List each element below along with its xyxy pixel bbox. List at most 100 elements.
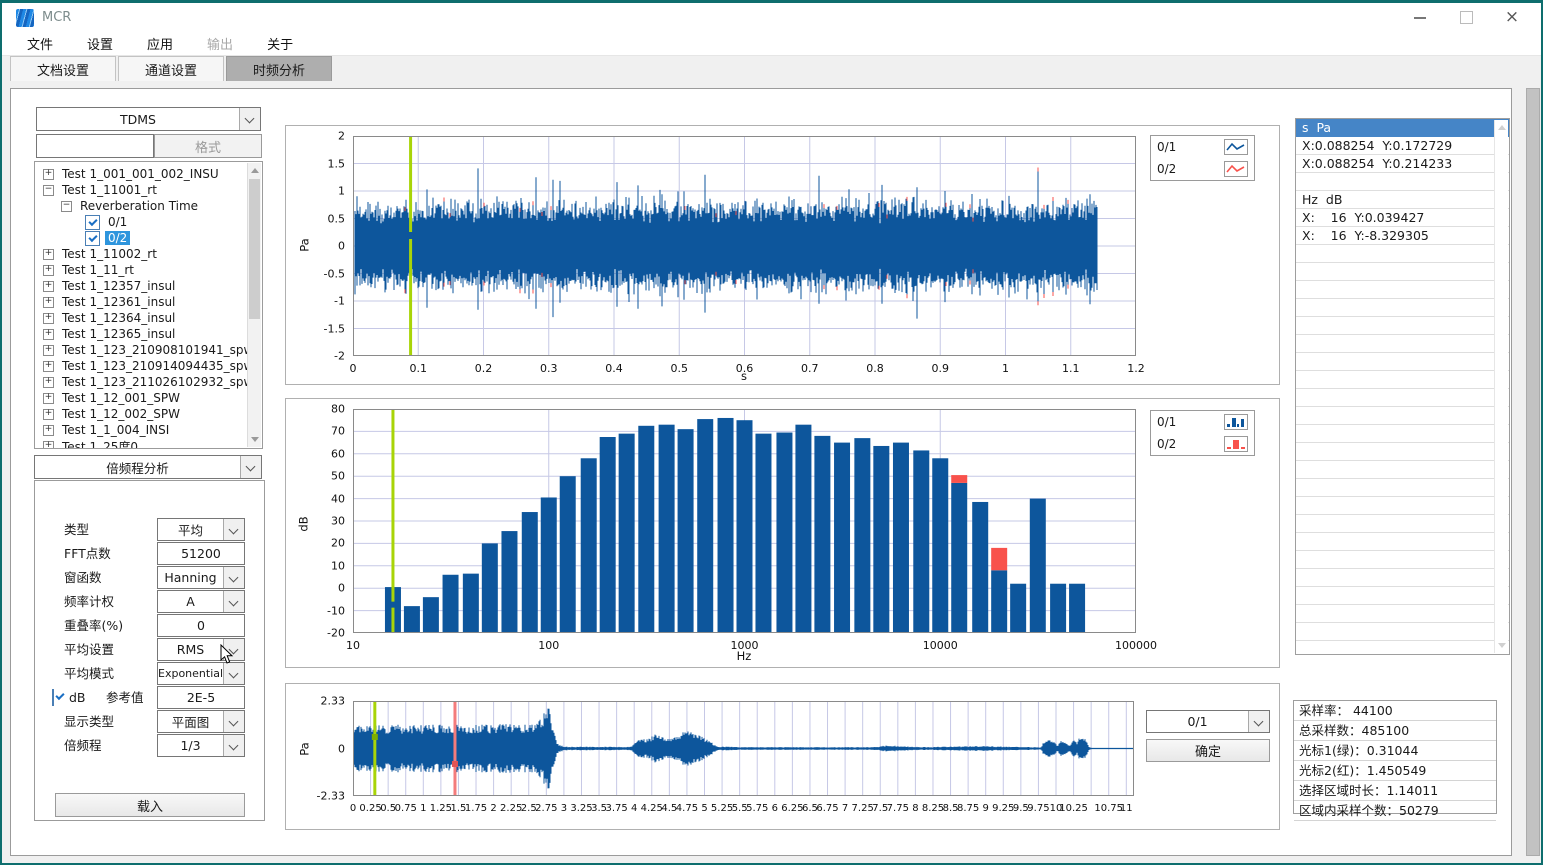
chevron-down-icon[interactable] <box>239 108 260 130</box>
expand-icon[interactable]: + <box>43 409 54 420</box>
tree-item[interactable]: +Test 1_25度0 <box>35 438 262 449</box>
menu-item[interactable]: 文件 <box>14 32 66 55</box>
chevron-down-icon[interactable] <box>1248 711 1269 732</box>
expand-icon[interactable]: + <box>43 425 54 436</box>
tree-item[interactable]: −Test 1_11001_rt <box>35 182 262 198</box>
expand-icon[interactable]: + <box>43 345 54 356</box>
time-plot[interactable] <box>353 136 1136 360</box>
collapse-icon[interactable]: − <box>43 185 54 196</box>
spectrum-plot[interactable] <box>353 409 1136 637</box>
cursor-list-row[interactable] <box>1296 569 1509 587</box>
cursor-list-row[interactable] <box>1296 533 1509 551</box>
chevron-down-icon[interactable] <box>223 519 244 540</box>
expand-icon[interactable]: + <box>43 265 54 276</box>
chevron-down-icon[interactable] <box>223 567 244 588</box>
form-select-倍频程[interactable]: 1/3 <box>157 734 245 757</box>
cursor-list-row[interactable] <box>1296 299 1509 317</box>
cursor-list-row[interactable]: Hz dB <box>1296 191 1509 209</box>
chevron-down-icon[interactable] <box>223 711 244 732</box>
cursor-list-row[interactable] <box>1296 371 1509 389</box>
reference-value-input[interactable]: 2E-5 <box>157 686 245 709</box>
tab-通道设置[interactable]: 通道设置 <box>118 56 224 81</box>
cursor-list-scrollbar[interactable] <box>1494 120 1508 653</box>
close-button[interactable]: × <box>1489 3 1535 32</box>
cursor-list-row[interactable] <box>1296 605 1509 623</box>
search-input[interactable] <box>36 134 154 158</box>
maximize-button[interactable] <box>1443 3 1489 32</box>
cursor-list-row[interactable] <box>1296 587 1509 605</box>
tree-item[interactable]: +Test 1_12364_insul <box>35 310 262 326</box>
chevron-down-icon[interactable] <box>223 591 244 612</box>
expand-icon[interactable]: + <box>43 169 54 180</box>
expand-icon[interactable]: + <box>43 297 54 308</box>
tree-item[interactable]: +Test 1_12365_insul <box>35 326 262 342</box>
cursor-list-row[interactable] <box>1296 443 1509 461</box>
cursor-list-row[interactable] <box>1296 461 1509 479</box>
checkbox-checked-icon[interactable] <box>85 231 100 246</box>
channel-select[interactable]: 0/1 <box>1146 710 1270 733</box>
checkbox-checked-icon[interactable] <box>85 215 100 230</box>
tree-scrollbar[interactable] <box>247 163 261 447</box>
cursor-list-row[interactable] <box>1296 245 1509 263</box>
time-waveform-chart[interactable]: Pa s 21.510.50-0.5-1-1.5-200.10.20.30.40… <box>285 125 1280 385</box>
expand-icon[interactable]: + <box>43 281 54 292</box>
expand-icon[interactable]: + <box>43 313 54 324</box>
cursor-list-row[interactable] <box>1296 263 1509 281</box>
cursor-list-row[interactable]: X: 16 Y:0.039427 <box>1296 209 1509 227</box>
expand-icon[interactable]: + <box>43 329 54 340</box>
menu-item[interactable]: 设置 <box>74 32 126 55</box>
analysis-type-select[interactable]: 倍频程分析 <box>34 455 262 479</box>
expand-icon[interactable]: + <box>43 377 54 388</box>
cursor-list-row[interactable] <box>1296 551 1509 569</box>
chevron-down-icon[interactable] <box>223 663 244 684</box>
cursor-list-header[interactable]: s Pa <box>1296 119 1509 137</box>
tree-scrollbar-thumb[interactable] <box>249 179 260 319</box>
tree-item[interactable]: 0/1 <box>35 214 262 230</box>
cursor-list-row[interactable] <box>1296 641 1509 655</box>
cursor-list-row[interactable] <box>1296 317 1509 335</box>
chevron-down-icon[interactable] <box>223 735 244 756</box>
tab-时频分析[interactable]: 时频分析 <box>226 56 332 81</box>
tree-item[interactable]: +Test 1_12357_insul <box>35 278 262 294</box>
cursor-list-row[interactable] <box>1296 425 1509 443</box>
tree-item[interactable]: +Test 1_12_001_SPW <box>35 390 262 406</box>
tree-item[interactable]: 0/2 <box>35 230 262 246</box>
form-select-显示类型[interactable]: 平面图 <box>157 710 245 733</box>
form-select-窗函数[interactable]: Hanning <box>157 566 245 589</box>
chevron-down-icon[interactable] <box>240 456 261 478</box>
expand-icon[interactable]: + <box>43 361 54 372</box>
cursor-list-row[interactable] <box>1296 623 1509 641</box>
cursor-list-row[interactable] <box>1296 173 1509 191</box>
tree-item[interactable]: −Reverberation Time <box>35 198 262 214</box>
cursor-list-row[interactable] <box>1296 497 1509 515</box>
form-input-重叠率(%)[interactable]: 0 <box>157 614 245 637</box>
vertical-scrollbar[interactable] <box>1526 88 1540 856</box>
cursor-list-row[interactable]: X:0.088254 Y:0.172729 <box>1296 137 1509 155</box>
form-select-平均模式[interactable]: Exponential <box>157 662 245 685</box>
confirm-button[interactable]: 确定 <box>1146 739 1270 762</box>
tree-item[interactable]: +Test 1_123_210908101941_spw <box>35 342 262 358</box>
tree-item[interactable]: +Test 1_11_rt <box>35 262 262 278</box>
overview-plot[interactable] <box>353 701 1134 800</box>
cursor-list-row[interactable]: X: 16 Y:-8.329305 <box>1296 227 1509 245</box>
tree-item[interactable]: +Test 1_12361_insul <box>35 294 262 310</box>
expand-icon[interactable]: + <box>43 249 54 260</box>
tree-item[interactable]: +Test 1_123_211026102932_spw <box>35 374 262 390</box>
octave-spectrum-chart[interactable]: dB Hz 80706050403020100-10-2010100100010… <box>285 398 1280 668</box>
form-input-FFT点数[interactable]: 51200 <box>157 542 245 565</box>
file-format-select[interactable]: TDMS <box>36 107 261 131</box>
load-button[interactable]: 载入 <box>55 793 245 817</box>
collapse-icon[interactable]: − <box>61 201 72 212</box>
tab-文档设置[interactable]: 文档设置 <box>10 56 116 81</box>
cursor-list-row[interactable] <box>1296 353 1509 371</box>
cursor-list-row[interactable] <box>1296 515 1509 533</box>
cursor-list-row[interactable]: X:0.088254 Y:0.214233 <box>1296 155 1509 173</box>
overview-waveform-chart[interactable]: Pa 2.330-2.3300.250.50.7511.251.51.7522.… <box>285 683 1280 830</box>
form-select-频率计权[interactable]: A <box>157 590 245 613</box>
tree-item[interactable]: +Test 1_1_004_INSI <box>35 422 262 438</box>
minimize-button[interactable] <box>1397 3 1443 32</box>
menu-item[interactable]: 应用 <box>134 32 186 55</box>
tree-item[interactable]: +Test 1_12_002_SPW <box>35 406 262 422</box>
expand-icon[interactable]: + <box>43 393 54 404</box>
tree-item[interactable]: +Test 1_123_210914094435_spw <box>35 358 262 374</box>
